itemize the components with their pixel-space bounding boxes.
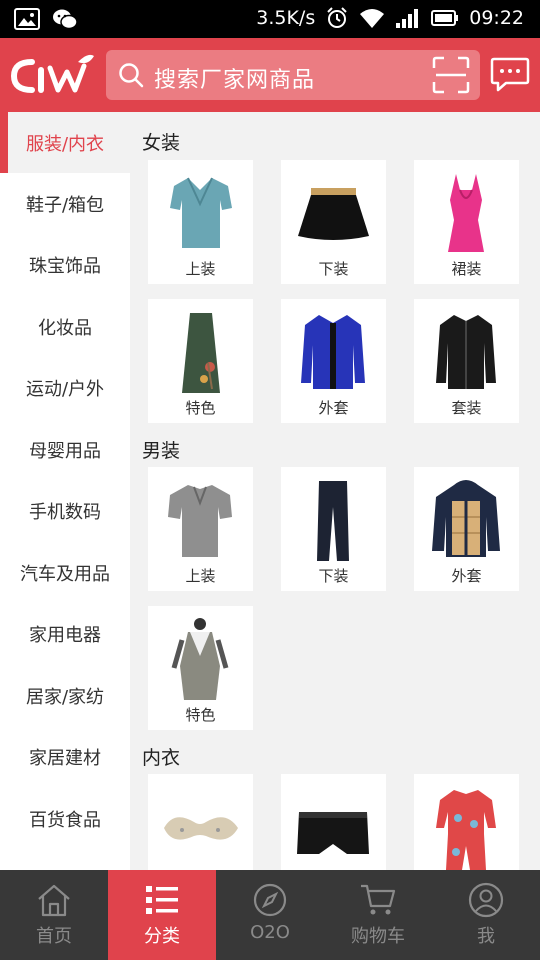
app-header: 搜索厂家网商品 [0,38,540,112]
signal-icon [396,9,419,28]
nav-label: 分类 [144,926,180,947]
nav-label: 我 [477,926,495,947]
product-tile[interactable] [148,774,253,870]
product-tile[interactable]: 套装 [414,299,519,423]
sidebar-item-appliances[interactable]: 家用电器 [0,603,130,664]
tile-label: 下装 [318,567,349,585]
sidebar-item-label: 家用电器 [29,624,101,646]
sidebar-item-label: 汽车及用品 [20,563,110,585]
tile-label: 特色 [185,706,216,724]
sidebar-item-shoes-bags[interactable]: 鞋子/箱包 [0,173,130,234]
sidebar-item-label: 服装/内衣 [25,133,105,155]
sidebar-item-phones-digital[interactable]: 手机数码 [0,480,130,541]
wechat-notification-icon [53,9,78,30]
tile-label: 下装 [318,260,349,278]
ciw-logo[interactable] [10,52,96,96]
network-speed: 3.5K/s [256,7,316,29]
nav-o2o[interactable]: O2O [216,870,324,960]
product-tile[interactable]: 上装 [148,467,253,591]
message-icon[interactable] [490,56,530,94]
home-icon [38,884,70,917]
user-icon [468,882,504,918]
nav-cart[interactable]: 购物车 [324,870,432,960]
gallery-notification-icon [14,8,40,30]
product-tile[interactable]: 裙装 [414,160,519,284]
sidebar-item-groceries[interactable]: 百货食品 [0,788,130,849]
nav-label: 购物车 [351,926,405,947]
polo-shirt-icon [168,485,232,557]
search-bar[interactable]: 搜索厂家网商品 [106,50,480,100]
section-title-womens: 女装 [142,132,181,154]
down-jacket-icon [432,480,500,557]
section-title-underwear: 内衣 [142,747,181,769]
product-tile[interactable]: 特色 [148,299,253,423]
nav-home[interactable]: 首页 [0,870,108,960]
nav-me[interactable]: 我 [432,870,540,960]
section-title-mens: 男装 [142,440,181,462]
robe-icon [171,618,229,700]
category-list-icon [146,886,178,914]
clock: 09:22 [469,7,524,29]
blouse-icon [170,177,232,248]
sidebar-item-sports-outdoor[interactable]: 运动/户外 [0,357,130,418]
sidebar-item-label: 母婴用品 [29,440,101,462]
sidebar-item-label: 鞋子/箱包 [25,194,105,216]
sidebar-item-label: 家居建材 [29,747,101,769]
product-tile[interactable]: 外套 [281,299,386,423]
product-tile[interactable]: 上装 [148,160,253,284]
tile-label: 裙装 [451,260,482,278]
bottom-navigation: 首页 分类 O2O 购物车 我 [0,870,540,960]
sidebar-item-label: 珠宝饰品 [29,255,101,277]
wifi-icon [360,9,385,28]
long-skirt-icon [182,313,220,393]
search-input[interactable]: 搜索厂家网商品 [154,62,315,94]
tile-label: 特色 [185,399,216,417]
sidebar-item-label: 运动/户外 [25,378,105,400]
scan-icon[interactable] [432,56,470,94]
tile-label: 外套 [318,399,349,417]
sidebar-item-label: 手机数码 [29,501,101,523]
cart-icon [361,884,396,915]
product-tile[interactable]: 外套 [414,467,519,591]
alarm-icon [327,7,347,28]
sidebar-item-cosmetics[interactable]: 化妆品 [0,296,130,357]
sidebar-item-label: 居家/家纺 [25,686,105,708]
product-tile[interactable]: 下装 [281,467,386,591]
tile-label: 外套 [451,567,482,585]
pajamas-icon [436,790,496,870]
bra-icon [164,817,238,840]
tile-label: 上装 [185,260,216,278]
skirt-icon [298,188,369,240]
category-content: 女装 上装 下装 裙装 特色 外套 套装 男装 上装 下装 外套 特色 内衣 [130,112,540,870]
sidebar-item-home-textiles[interactable]: 居家/家纺 [0,665,130,726]
nav-label: O2O [250,922,290,943]
product-tile[interactable]: 特色 [148,606,253,730]
sidebar-item-label: 百货食品 [29,809,101,831]
sidebar-item-auto[interactable]: 汽车及用品 [0,542,130,603]
sidebar-item-building-materials[interactable]: 家居建材 [0,726,130,787]
product-tile[interactable] [414,774,519,870]
compass-icon [253,883,287,917]
tile-label: 上装 [185,567,216,585]
product-tile[interactable] [281,774,386,870]
sidebar-item-clothing[interactable]: 服装/内衣 [0,112,130,173]
dress-icon [448,174,484,252]
suit-icon [436,315,496,389]
battery-icon [431,10,459,26]
nav-label: 首页 [36,926,72,947]
coat-icon [301,315,365,389]
sidebar-item-label: 化妆品 [38,317,92,339]
sidebar-item-jewelry[interactable]: 珠宝饰品 [0,234,130,295]
product-tile[interactable]: 下装 [281,160,386,284]
category-sidebar: 服装/内衣 鞋子/箱包 珠宝饰品 化妆品 运动/户外 母婴用品 手机数码 汽车及… [0,112,130,870]
trousers-icon [317,481,349,561]
search-icon [119,63,144,88]
boxer-briefs-icon [297,812,369,854]
tile-label: 套装 [451,399,482,417]
sidebar-item-baby[interactable]: 母婴用品 [0,419,130,480]
status-bar: 3.5K/s 09:22 [0,0,540,38]
nav-category[interactable]: 分类 [108,870,216,960]
